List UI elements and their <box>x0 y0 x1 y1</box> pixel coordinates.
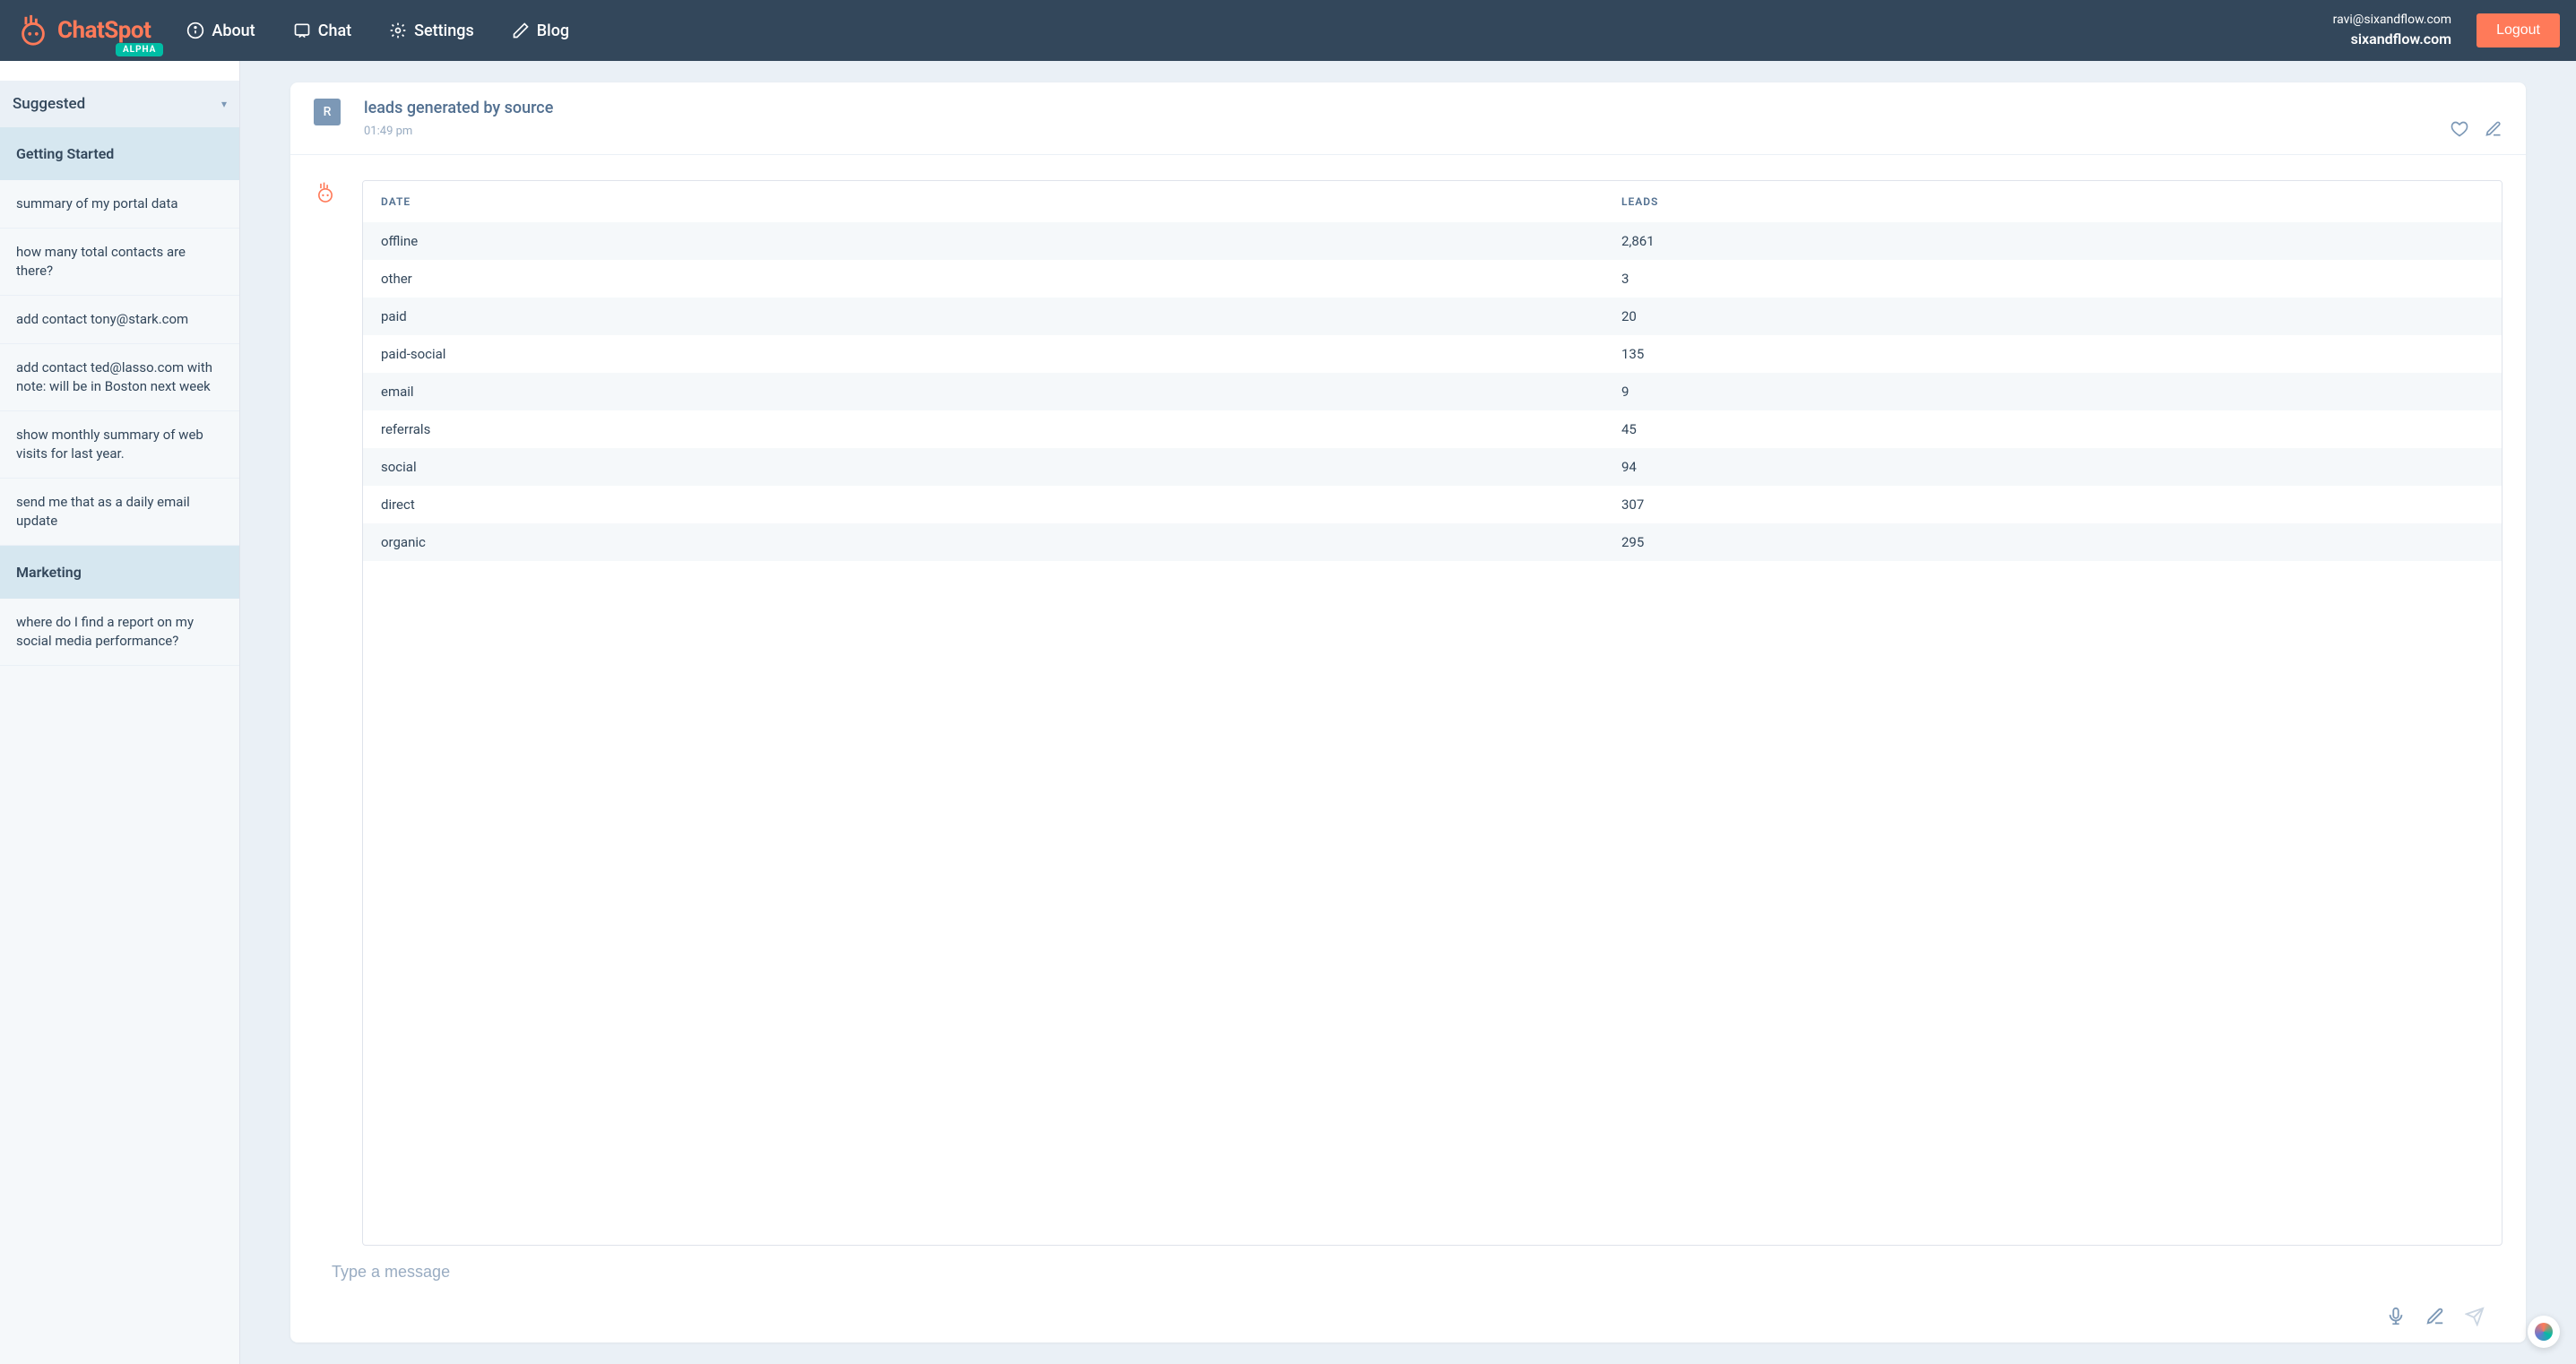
table-cell: paid-social <box>363 335 1604 373</box>
nav-blog[interactable]: Blog <box>512 22 569 40</box>
user-message: R leads generated by source 01:49 pm <box>290 82 2526 155</box>
table-row: email9 <box>363 373 2502 410</box>
prompt-time: 01:49 pm <box>364 125 553 138</box>
logout-button[interactable]: Logout <box>2477 13 2560 47</box>
results-table: DATE LEADS offline2,861other3paid20paid-… <box>362 180 2503 1246</box>
table-row: paid20 <box>363 298 2502 335</box>
pencil-icon <box>512 22 530 39</box>
table-row: offline2,861 <box>363 222 2502 260</box>
nav-chat[interactable]: Chat <box>293 22 351 40</box>
user-info: ravi@sixandflow.com sixandflow.com <box>2333 12 2451 49</box>
table-row: other3 <box>363 260 2502 298</box>
table-cell: 2,861 <box>1604 222 2502 260</box>
table-cell: direct <box>363 486 1604 523</box>
table-cell: 20 <box>1604 298 2502 335</box>
section-getting-started: Getting Started <box>0 127 239 180</box>
table-cell: referrals <box>363 410 1604 448</box>
nav-blog-label: Blog <box>537 22 569 40</box>
chat-icon <box>293 22 311 39</box>
nav-about[interactable]: About <box>186 22 255 40</box>
table-cell: 9 <box>1604 373 2502 410</box>
bot-icon <box>314 180 337 203</box>
suggestion-item[interactable]: add contact ted@lasso.com with note: wil… <box>0 344 239 411</box>
suggestion-item[interactable]: show monthly summary of web visits for l… <box>0 411 239 479</box>
gear-icon <box>389 22 407 39</box>
suggested-dropdown[interactable]: Suggested ▾ <box>0 81 239 127</box>
suggestion-item[interactable]: summary of my portal data <box>0 180 239 229</box>
info-icon <box>186 22 204 39</box>
table-cell: paid <box>363 298 1604 335</box>
sidebar: Suggested ▾ Getting Started summary of m… <box>0 61 240 1364</box>
bot-response: DATE LEADS offline2,861other3paid20paid-… <box>290 155 2526 1246</box>
table-cell: social <box>363 448 1604 486</box>
main-content: R leads generated by source 01:49 pm <box>240 61 2576 1364</box>
main-nav: About Chat Settings Blog <box>186 22 569 40</box>
nav-settings-label: Settings <box>414 22 474 40</box>
compose-icon[interactable] <box>2425 1307 2445 1326</box>
table-cell: other <box>363 260 1604 298</box>
message-input[interactable] <box>332 1263 2485 1282</box>
app-header: ChatSpot ALPHA About Chat Settings Blog <box>0 0 2576 61</box>
heart-icon[interactable] <box>2451 120 2468 138</box>
send-icon[interactable] <box>2465 1307 2485 1326</box>
table-cell: 135 <box>1604 335 2502 373</box>
help-widget-icon <box>2535 1323 2553 1341</box>
brand-name: ChatSpot <box>57 17 151 44</box>
brand-logo[interactable]: ChatSpot ALPHA <box>16 13 151 47</box>
edit-icon[interactable] <box>2485 120 2503 138</box>
table-row: referrals45 <box>363 410 2502 448</box>
table-cell: 94 <box>1604 448 2502 486</box>
help-widget[interactable] <box>2528 1316 2560 1348</box>
message-input-row <box>290 1246 2526 1342</box>
table-cell: 295 <box>1604 523 2502 561</box>
prompt-text: leads generated by source <box>364 99 553 117</box>
chat-card: R leads generated by source 01:49 pm <box>290 82 2526 1342</box>
table-row: paid-social135 <box>363 335 2502 373</box>
table-cell: 3 <box>1604 260 2502 298</box>
section-marketing: Marketing <box>0 546 239 599</box>
suggestion-item[interactable]: where do I find a report on my social me… <box>0 599 239 666</box>
nav-about-label: About <box>212 22 255 40</box>
chevron-down-icon: ▾ <box>221 98 227 110</box>
table-row: organic295 <box>363 523 2502 561</box>
table-cell: email <box>363 373 1604 410</box>
table-cell: offline <box>363 222 1604 260</box>
table-cell: 307 <box>1604 486 2502 523</box>
suggestion-item[interactable]: how many total contacts are there? <box>0 229 239 296</box>
table-cell: organic <box>363 523 1604 561</box>
suggested-label: Suggested <box>13 95 85 113</box>
user-avatar: R <box>314 99 341 125</box>
alpha-badge: ALPHA <box>116 43 163 56</box>
nav-settings[interactable]: Settings <box>389 22 474 40</box>
suggestion-item[interactable]: send me that as a daily email update <box>0 479 239 546</box>
table-row: direct307 <box>363 486 2502 523</box>
chatspot-icon <box>16 13 50 47</box>
user-org: sixandflow.com <box>2333 30 2451 49</box>
nav-chat-label: Chat <box>318 22 351 40</box>
col-date: DATE <box>363 181 1604 222</box>
mic-icon[interactable] <box>2386 1307 2406 1326</box>
col-leads: LEADS <box>1604 181 2502 222</box>
user-email: ravi@sixandflow.com <box>2333 12 2451 30</box>
suggestion-item[interactable]: add contact tony@stark.com <box>0 296 239 344</box>
table-row: social94 <box>363 448 2502 486</box>
table-cell: 45 <box>1604 410 2502 448</box>
